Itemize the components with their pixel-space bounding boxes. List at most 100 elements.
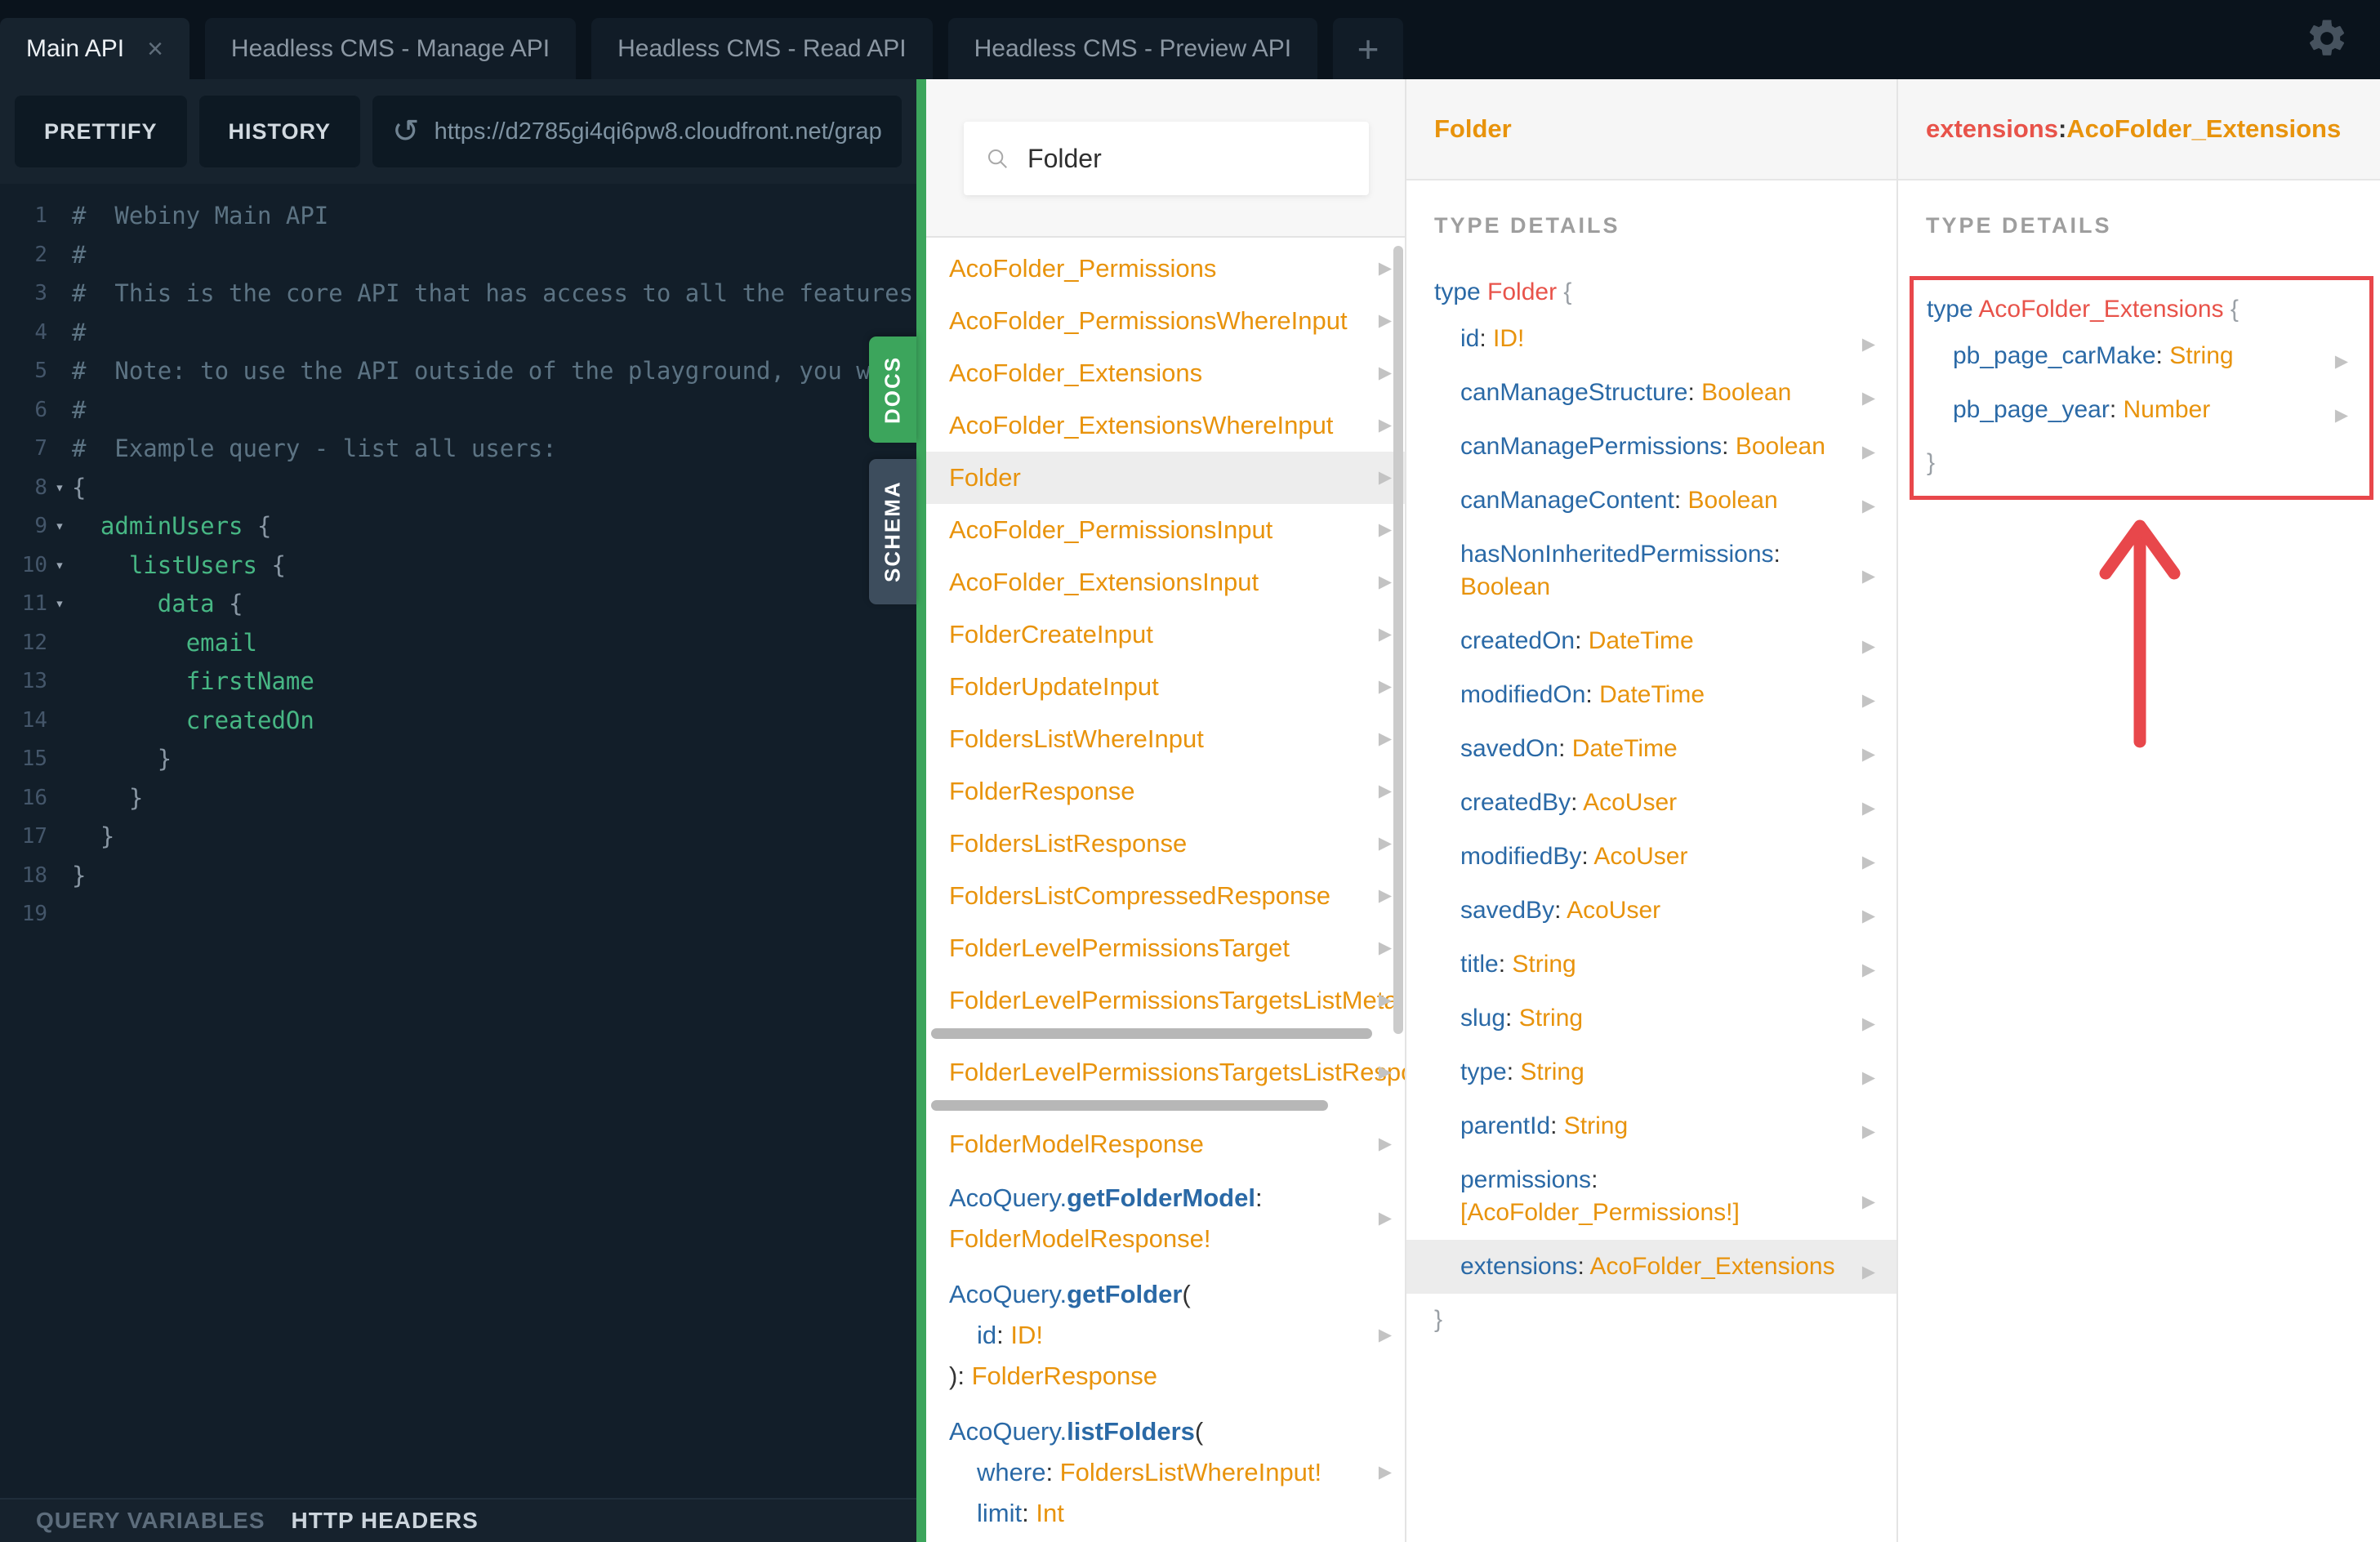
code-segment: AcoFolder_ExtensionsWhereInput xyxy=(949,411,1334,439)
fold-arrow-icon[interactable]: ▾ xyxy=(47,585,72,624)
endpoint-url-input[interactable] xyxy=(434,118,882,145)
type-list-item[interactable]: FoldersListCompressedResponse ▶ xyxy=(926,870,1405,922)
endpoint-url-field[interactable]: ↺ xyxy=(372,96,902,167)
type-field-row[interactable]: permissions: [AcoFolder_Permissions!] ▶ xyxy=(1406,1153,1896,1240)
chevron-right-icon: ▶ xyxy=(2334,406,2348,425)
fold-arrow-icon[interactable]: ▾ xyxy=(47,507,72,546)
line-number: 14 xyxy=(21,707,47,733)
code-segment: : xyxy=(1581,843,1594,870)
type-list-item[interactable]: FolderModelResponse ▶ xyxy=(926,1118,1405,1170)
horizontal-scrollbar[interactable] xyxy=(931,1100,1328,1111)
code-text: # xyxy=(72,395,87,424)
fold-gutter xyxy=(47,818,72,857)
editor-line: 11 ▾ data { xyxy=(0,585,916,624)
code-segment: hasNonInheritedPermissions xyxy=(1460,541,1774,568)
add-tab-button[interactable]: + xyxy=(1333,18,1404,79)
type-details-label: TYPE DETAILS xyxy=(1926,213,2112,238)
type-list-item[interactable]: AcoQuery.getFolder(id: ID!): FolderRespo… xyxy=(926,1267,1405,1404)
list-item-line: Folder xyxy=(949,463,1369,492)
type-field-row[interactable]: pb_page_year: Number ▶ xyxy=(1914,383,2369,437)
line-number: 3 xyxy=(34,281,47,305)
type-field-row[interactable]: savedOn: DateTime ▶ xyxy=(1406,722,1896,776)
list-item-line: FolderLevelPermissionsTargetsListMeta xyxy=(949,986,1398,1015)
fold-arrow-icon[interactable]: ▾ xyxy=(47,546,72,586)
type-list-item[interactable]: FolderLevelPermissionsTargetsListMeta ▶ xyxy=(926,974,1405,1027)
horizontal-scrollbar[interactable] xyxy=(931,1028,1372,1039)
type-list-item[interactable]: FolderResponse ▶ xyxy=(926,765,1405,818)
type-field-row[interactable]: createdOn: DateTime ▶ xyxy=(1406,614,1896,668)
close-icon[interactable]: × xyxy=(147,35,163,63)
type-list-item[interactable]: FoldersListResponse ▶ xyxy=(926,818,1405,870)
type-field-row[interactable]: createdBy: AcoUser ▶ xyxy=(1406,776,1896,830)
type-field-row[interactable]: canManageContent: Boolean ▶ xyxy=(1406,474,1896,528)
code-segment: Int xyxy=(1036,1499,1064,1527)
type-field-row[interactable]: extensions: AcoFolder_Extensions ▶ xyxy=(1406,1240,1896,1294)
docs-search-box[interactable] xyxy=(964,122,1369,195)
chevron-right-icon: ▶ xyxy=(1378,259,1392,278)
type-list-item[interactable]: AcoFolder_Permissions ▶ xyxy=(926,243,1405,295)
graphql-tab[interactable]: Headless CMS - Read API xyxy=(591,18,933,79)
query-editor[interactable]: 1 # Webiny Main API 2 #3 # This is the core … xyxy=(0,184,916,1498)
type-list-item[interactable]: FolderUpdateInput ▶ xyxy=(926,661,1405,713)
type-field-row[interactable]: parentId: String ▶ xyxy=(1406,1099,1896,1153)
list-item-line: FolderModelResponse xyxy=(949,1130,1369,1159)
type-list-item[interactable]: FoldersListWhereInput ▶ xyxy=(926,713,1405,765)
type-list-item[interactable]: AcoFolder_PermissionsInput ▶ xyxy=(926,504,1405,556)
extensions-panel-header: extensions: AcoFolder_Extensions xyxy=(1898,79,2380,180)
code-segment: getFolderModel xyxy=(1067,1183,1255,1212)
type-list-item[interactable]: AcoFolder_ExtensionsInput ▶ xyxy=(926,556,1405,608)
type-list-item[interactable]: AcoFolder_Extensions ▶ xyxy=(926,347,1405,399)
docs-side-tab[interactable]: DOCS xyxy=(869,336,916,443)
code-segment: savedBy xyxy=(1460,897,1555,924)
code-segment: : xyxy=(1591,1166,1598,1193)
type-list-item[interactable]: AcoQuery.getFolderModel: FolderModelRespo… xyxy=(926,1170,1405,1267)
schema-side-tab[interactable]: SCHEMA xyxy=(869,459,916,604)
fold-arrow-icon[interactable]: ▾ xyxy=(47,469,72,508)
chevron-right-icon: ▶ xyxy=(1861,960,1875,979)
graphql-tab[interactable]: Main API × xyxy=(0,18,189,79)
docs-vertical-scrollbar[interactable] xyxy=(1393,246,1403,1034)
type-field-row[interactable]: canManageStructure: Boolean ▶ xyxy=(1406,366,1896,420)
type-list-item[interactable]: FolderCreateInput ▶ xyxy=(926,608,1405,661)
type-field-row[interactable]: savedBy: AcoUser ▶ xyxy=(1406,884,1896,938)
type-list-item[interactable]: AcoFolder_PermissionsWhereInput ▶ xyxy=(926,295,1405,347)
list-item-line: AcoQuery.listFolders( xyxy=(949,1411,1369,1452)
type-list-item[interactable]: FolderLevelPermissionsTargetsListRespons… xyxy=(926,1046,1405,1099)
list-item-line: where: FoldersListWhereInput! xyxy=(949,1452,1369,1493)
type-field-row[interactable]: type: String ▶ xyxy=(1406,1045,1896,1099)
refresh-icon[interactable]: ↺ xyxy=(392,115,420,148)
type-field-row[interactable]: slug: String ▶ xyxy=(1406,992,1896,1045)
type-field-row[interactable]: modifiedOn: DateTime ▶ xyxy=(1406,668,1896,722)
type-field-row[interactable]: hasNonInheritedPermissions: Boolean ▶ xyxy=(1406,528,1896,614)
code-segment: { xyxy=(2223,296,2239,323)
type-field-row[interactable]: pb_page_carMake: String ▶ xyxy=(1914,329,2369,383)
code-segment: ID! xyxy=(1493,325,1525,352)
history-button[interactable]: HISTORY xyxy=(198,96,361,167)
graphql-tab[interactable]: Headless CMS - Manage API xyxy=(204,18,577,79)
http-headers-tab[interactable]: HTTP HEADERS xyxy=(292,1508,479,1534)
type-field-row[interactable]: modifiedBy: AcoUser ▶ xyxy=(1406,830,1896,884)
prettify-button[interactable]: PRETTIFY xyxy=(15,96,187,167)
gear-icon[interactable] xyxy=(2305,16,2349,60)
query-variables-tab[interactable]: QUERY VARIABLES xyxy=(36,1508,265,1534)
type-list-item[interactable]: FolderLevelPermissionsTarget ▶ xyxy=(926,922,1405,974)
editor-line: 2 # xyxy=(0,236,916,275)
type-field-row[interactable]: title: String ▶ xyxy=(1406,938,1896,992)
chevron-right-icon: ▶ xyxy=(2334,352,2348,371)
type-list-item[interactable]: AcoFolder_ExtensionsWhereInput ▶ xyxy=(926,399,1405,452)
code-segment: Folder xyxy=(1487,279,1558,305)
type-list-item[interactable]: AcoQuery.listFolders(where: FoldersListW… xyxy=(926,1404,1405,1541)
code-segment: : xyxy=(1498,951,1513,978)
graphql-tab[interactable]: Headless CMS - Preview API xyxy=(947,18,1318,79)
pane-divider[interactable] xyxy=(916,79,926,1542)
code-segment: : xyxy=(1550,1112,1564,1139)
type-field-row[interactable]: canManagePermissions: Boolean ▶ xyxy=(1406,420,1896,474)
code-segment: : xyxy=(1505,1005,1519,1032)
code-segment: : xyxy=(1022,1499,1036,1527)
docs-search-input[interactable] xyxy=(1027,143,1348,174)
editor-line: 3 # This is the core API that has access … xyxy=(0,274,916,314)
code-segment: FolderModelResponse xyxy=(949,1130,1204,1158)
line-number: 8 xyxy=(34,475,47,500)
type-list-item[interactable]: Folder ▶ xyxy=(926,452,1405,504)
type-field-row[interactable]: id: ID! ▶ xyxy=(1406,312,1896,366)
